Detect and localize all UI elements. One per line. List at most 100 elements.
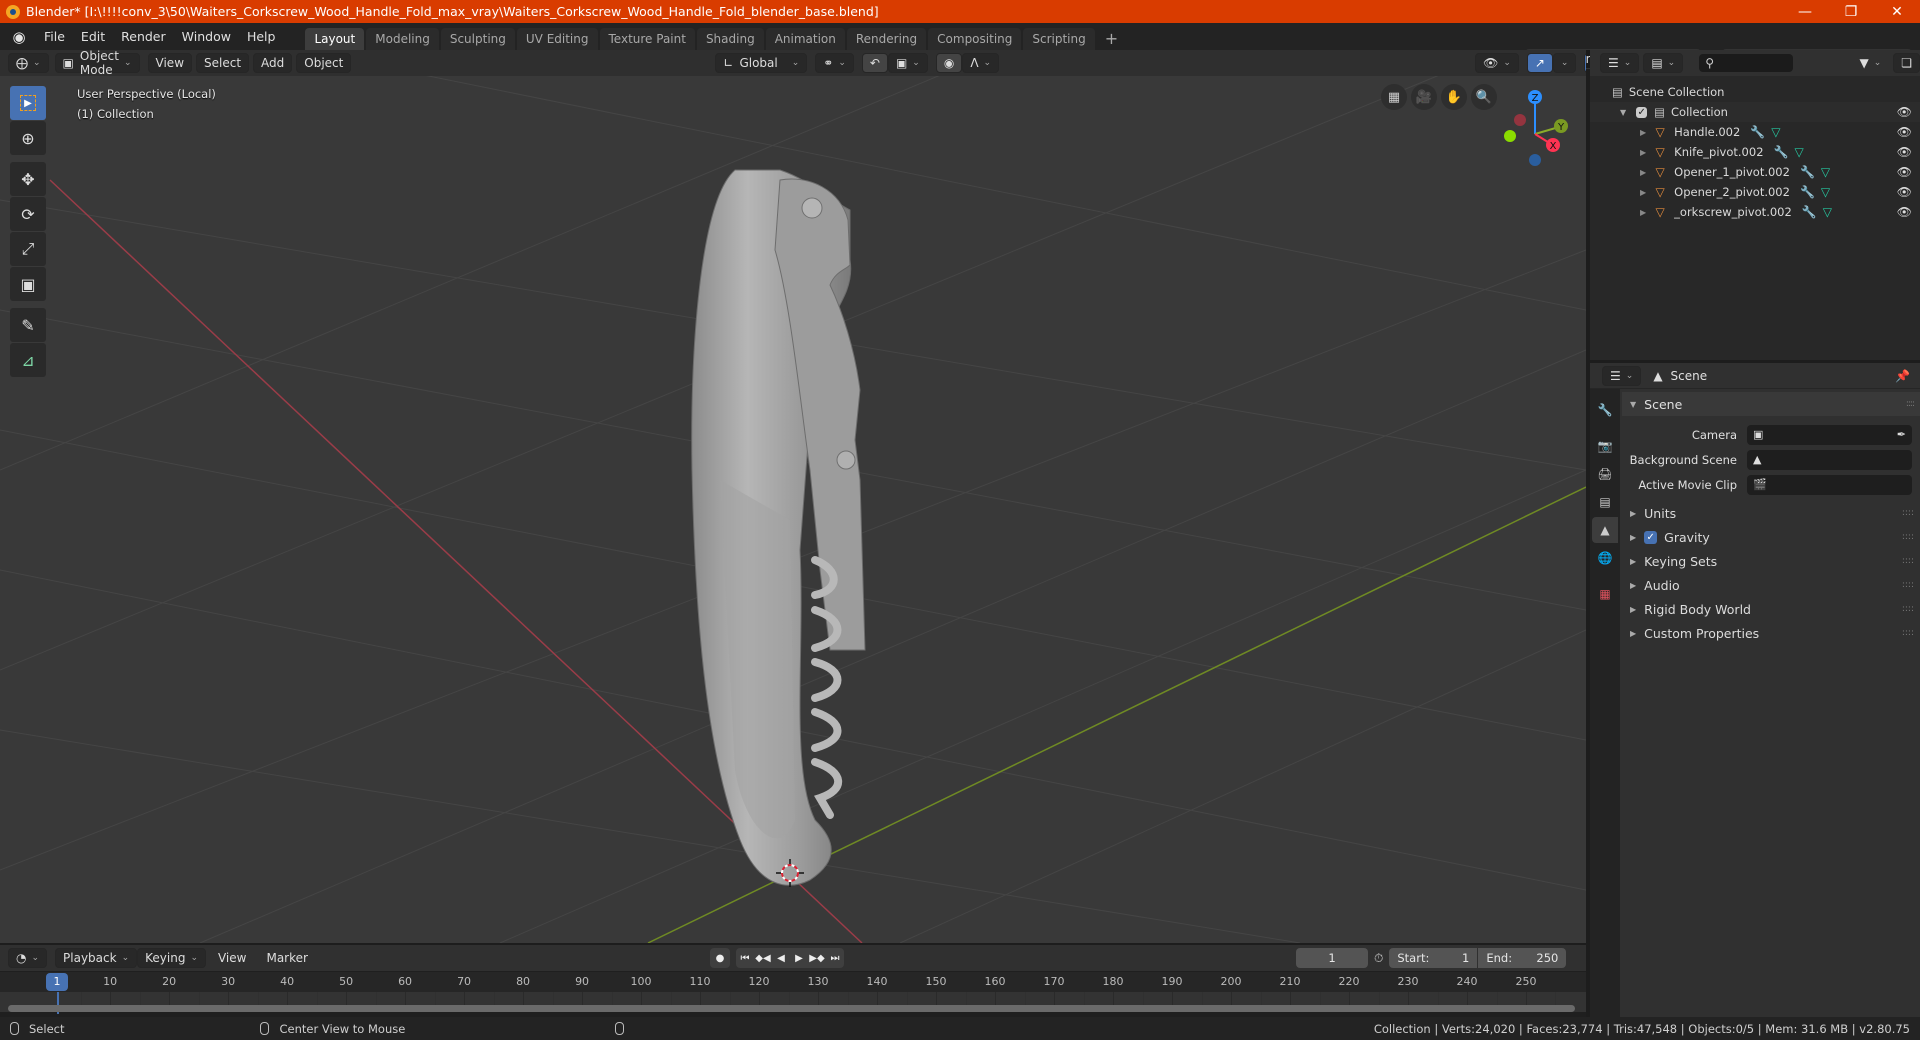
pan-hand-icon[interactable]: ✋ (1441, 84, 1467, 110)
eye-icon[interactable]: 👁 (1897, 165, 1912, 179)
play-reverse-button[interactable]: ◀ (772, 948, 790, 968)
current-frame-field[interactable]: 1 (1296, 948, 1368, 968)
menu-edit[interactable]: Edit (73, 29, 113, 44)
keying-sets-subpanel[interactable]: ▶ Keying Sets:::: (1622, 549, 1920, 573)
play-button[interactable]: ▶ (790, 948, 808, 968)
properties-editor-type[interactable]: ☰ ⌄ (1602, 365, 1642, 386)
snap-toggle[interactable]: ↶ (861, 53, 888, 73)
outliner-object-row[interactable]: ▶ ▽ _orkscrew_pivot.002 🔧 ▽ 👁 (1590, 202, 1920, 222)
tool-tab[interactable]: 🔧 (1592, 397, 1618, 423)
outliner-object-row[interactable]: ▶ ▽ Opener_1_pivot.002 🔧 ▽ 👁 (1590, 162, 1920, 182)
selectability-dropdown[interactable]: 👁 ⌄ (1475, 53, 1519, 73)
drag-grip-icon[interactable]: :::: (1902, 556, 1914, 566)
menu-add[interactable]: Add (253, 53, 293, 73)
outliner-object-row[interactable]: ▶ ▽ Knife_pivot.002 🔧 ▽ 👁 (1590, 142, 1920, 162)
tab-scripting[interactable]: Scripting (1023, 28, 1095, 50)
render-tab[interactable]: 📷 (1592, 433, 1618, 459)
cursor-tool[interactable]: ⊕ (10, 121, 46, 155)
tab-modeling[interactable]: Modeling (366, 28, 439, 50)
annotate-tool[interactable]: ✎ (10, 308, 46, 342)
3d-viewport[interactable]: ⨁ ⌄ ▣ Object Mode ⌄ View Select Add Object … (0, 50, 1586, 943)
expand-collapse-icon[interactable]: ▼ (1620, 108, 1626, 117)
tab-layout[interactable]: Layout (305, 28, 365, 50)
menu-file[interactable]: File (36, 29, 73, 44)
gizmo-neg-z[interactable] (1529, 154, 1541, 166)
playback-dropdown[interactable]: Playback ⌄ (55, 948, 138, 968)
eye-icon[interactable]: 👁 (1897, 105, 1912, 119)
filter-dropdown[interactable]: ▼ ⌄ (1851, 53, 1889, 73)
gizmo-dropdown[interactable]: ⌄ (1552, 53, 1577, 73)
active-movie-clip-field[interactable]: 🎬 (1747, 474, 1912, 495)
drag-grip-icon[interactable]: :::: (1902, 604, 1914, 614)
menu-render[interactable]: Render (113, 29, 174, 44)
gravity-subpanel[interactable]: ▶ ✓ Gravity:::: (1622, 525, 1920, 549)
select-box-tool[interactable]: ▶ (10, 86, 46, 120)
menu-help[interactable]: Help (239, 29, 284, 44)
tab-sculpting[interactable]: Sculpting (440, 28, 515, 50)
next-keyframe-button[interactable]: ▶◆ (808, 948, 826, 968)
overlays-toggle[interactable]: ◐ (1584, 53, 1586, 73)
pin-icon[interactable]: 📌 (1895, 369, 1910, 383)
tab-rendering[interactable]: Rendering (846, 28, 927, 50)
menu-object[interactable]: Object (296, 53, 352, 73)
mode-dropdown[interactable]: ▣ Object Mode ⌄ (54, 50, 140, 77)
expand-icon[interactable]: ▶ (1640, 148, 1646, 157)
timeline-editor-type[interactable]: ◔ ⌄ (8, 948, 48, 968)
mesh-data-icon[interactable]: ▽ (1794, 145, 1803, 159)
collection-exclude-checkbox[interactable]: ✓ (1636, 106, 1648, 118)
display-mode-dropdown[interactable]: ▤ ⌄ (1643, 53, 1684, 73)
background-scene-field[interactable]: ▲ (1747, 449, 1912, 470)
zoom-icon[interactable]: 🔍 (1471, 84, 1497, 110)
close-button[interactable]: ✕ (1874, 0, 1920, 23)
eyedropper-icon[interactable]: ✒ (1897, 428, 1906, 441)
rotate-tool[interactable]: ⟳ (10, 197, 46, 231)
start-frame-field[interactable]: Start: 1 (1389, 948, 1478, 968)
prev-keyframe-button[interactable]: ◆◀ (754, 948, 772, 968)
current-frame-indicator[interactable]: 1 (46, 973, 68, 991)
drag-grip-icon[interactable]: :::: (1902, 532, 1914, 542)
jump-end-button[interactable]: ⏭ (826, 948, 844, 968)
drag-grip-icon[interactable]: :::: (1906, 399, 1915, 409)
keying-dropdown[interactable]: Keying ⌄ (137, 948, 206, 968)
move-tool[interactable]: ✥ (10, 162, 46, 196)
gizmo-neg-x[interactable] (1514, 114, 1526, 126)
modifier-wrench-icon[interactable]: 🔧 (1800, 185, 1815, 199)
jump-start-button[interactable]: ⏮ (736, 948, 754, 968)
eye-icon[interactable]: 👁 (1897, 185, 1912, 199)
custom-properties-subpanel[interactable]: ▶ Custom Properties:::: (1622, 621, 1920, 645)
expand-icon[interactable]: ▶ (1640, 168, 1646, 177)
tab-compositing[interactable]: Compositing (928, 28, 1022, 50)
scene-panel-header[interactable]: ▼ Scene :::: (1622, 392, 1920, 416)
add-workspace-button[interactable]: + (1097, 28, 1126, 50)
tab-uv-editing[interactable]: UV Editing (516, 28, 598, 50)
audio-subpanel[interactable]: ▶ Audio:::: (1622, 573, 1920, 597)
world-tab[interactable]: 🌐 (1592, 545, 1618, 571)
toggle-view-grid-icon[interactable]: ▦ (1381, 84, 1407, 110)
scene-collection-row[interactable]: ▤ Scene Collection (1590, 82, 1920, 102)
mesh-data-icon[interactable]: ▽ (1821, 165, 1830, 179)
menu-view[interactable]: View (147, 53, 193, 73)
outliner-object-row[interactable]: ▶ ▽ Opener_2_pivot.002 🔧 ▽ 👁 (1590, 182, 1920, 202)
timeline-scrollbar[interactable] (8, 1005, 1575, 1012)
gizmo-neg-y[interactable] (1504, 130, 1516, 142)
camera-view-icon[interactable]: 🎥 (1411, 84, 1437, 110)
stopwatch-icon[interactable]: ⏱ (1374, 951, 1383, 966)
timeline-ruler[interactable]: 1 10 20 30 40 50 60 70 80 90 100 110 120 130 140 150 16… (0, 972, 1586, 992)
gizmo-toggle[interactable]: ↗ (1526, 53, 1553, 73)
scene-tab[interactable]: ▲ (1592, 517, 1618, 543)
camera-field[interactable]: ▣ ✒ (1747, 424, 1912, 445)
outliner-editor-type[interactable]: ☰ ⌄ (1600, 53, 1640, 73)
minimize-button[interactable]: — (1782, 0, 1828, 23)
view-layer-tab[interactable]: ▤ (1592, 489, 1618, 515)
units-subpanel[interactable]: ▶ Units:::: (1622, 501, 1920, 525)
drag-grip-icon[interactable]: :::: (1902, 580, 1914, 590)
expand-icon[interactable]: ▶ (1640, 188, 1646, 197)
outliner-search-input[interactable]: ⚲ (1699, 54, 1794, 72)
corkscrew-model[interactable] (691, 169, 866, 886)
tab-shading[interactable]: Shading (696, 28, 764, 50)
measure-tool[interactable]: ⊿ (10, 343, 46, 377)
mesh-data-icon[interactable]: ▽ (1823, 205, 1832, 219)
record-button[interactable]: ● (710, 948, 730, 968)
modifier-wrench-icon[interactable]: 🔧 (1774, 145, 1789, 159)
new-collection-button[interactable]: ❏ (1893, 53, 1920, 73)
